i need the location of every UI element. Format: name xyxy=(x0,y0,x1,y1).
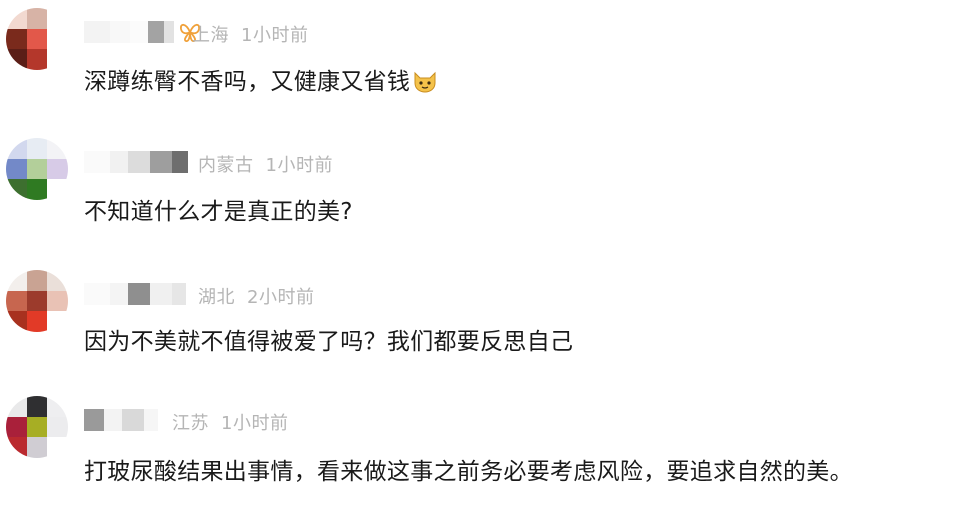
avatar-pixel xyxy=(47,416,68,438)
comment-text: 打玻尿酸结果出事情，看来做这事之前务必要考虑风险，要追求自然的美。 xyxy=(84,452,853,486)
avatar[interactable] xyxy=(6,270,68,332)
comment-meta: 江苏 1小时前 xyxy=(172,409,288,435)
comment-location: 江苏 xyxy=(172,413,209,434)
avatar-pixel xyxy=(47,290,68,312)
comment-time: 1小时前 xyxy=(221,413,289,434)
avatar-pixel xyxy=(26,311,48,332)
avatar-pixel xyxy=(47,138,68,159)
avatar-pixel xyxy=(6,28,27,50)
avatar-pixel xyxy=(6,396,27,417)
avatar-pixel xyxy=(26,396,48,417)
avatar-pixel xyxy=(26,28,48,50)
comment-text-body: 因为不美就不值得被爱了吗？我们都要反思自己 xyxy=(84,329,574,355)
comment-text-body: 打玻尿酸结果出事情，看来做这事之前务必要考虑风险，要追求自然的美。 xyxy=(84,459,853,485)
avatar-pixel xyxy=(47,437,68,458)
avatar-pixel xyxy=(47,28,68,50)
avatar-pixel xyxy=(47,396,68,417)
mosaic-block xyxy=(130,21,148,43)
username-mosaic[interactable] xyxy=(84,150,188,174)
comment-location: 湖北 xyxy=(198,287,235,308)
comment-meta: 内蒙古 1小时前 xyxy=(198,151,333,177)
mosaic-block xyxy=(110,21,130,43)
avatar-pixel xyxy=(6,49,27,70)
avatar-pixel xyxy=(47,158,68,180)
mosaic-block xyxy=(110,151,128,173)
mosaic-block xyxy=(128,283,150,305)
avatar-pixel xyxy=(26,437,48,458)
mosaic-block xyxy=(84,151,110,173)
comment-item: 内蒙古 1小时前 不知道什么才是真正的美? xyxy=(0,130,960,250)
avatar-pixel xyxy=(26,8,48,29)
comment-location: 上海 xyxy=(192,25,229,46)
comment-item: 上海 1小时前 深蹲练臀不香吗，又健康又省钱 xyxy=(0,0,960,120)
avatar-pixel xyxy=(26,138,48,159)
username-mosaic[interactable] xyxy=(84,282,186,306)
comment-meta: 上海 1小时前 xyxy=(192,21,308,47)
cat-face-emoji xyxy=(412,69,438,93)
avatar-pixel xyxy=(6,270,27,291)
mosaic-block xyxy=(110,283,128,305)
avatar-pixel xyxy=(6,416,27,438)
mosaic-block xyxy=(150,151,172,173)
comment-text: 因为不美就不值得被爱了吗？我们都要反思自己 xyxy=(84,322,573,356)
mosaic-block xyxy=(172,283,186,305)
avatar-pixel xyxy=(6,179,27,200)
avatar-pixel xyxy=(47,49,68,70)
avatar-pixel xyxy=(26,179,48,200)
avatar-pixel xyxy=(6,158,27,180)
avatar-pixel xyxy=(47,8,68,29)
comment-text: 深蹲练臀不香吗，又健康又省钱 xyxy=(84,62,438,96)
avatar-pixel xyxy=(47,270,68,291)
avatar-pixel xyxy=(26,158,48,180)
username-mosaic[interactable] xyxy=(84,408,158,432)
avatar-pixel xyxy=(26,416,48,438)
avatar-pixel xyxy=(6,437,27,458)
mosaic-block xyxy=(84,409,104,431)
avatar-pixel xyxy=(47,179,68,200)
avatar-pixel xyxy=(6,8,27,29)
avatar[interactable] xyxy=(6,396,68,458)
mosaic-block xyxy=(84,283,110,305)
comment-text-body: 不知道什么才是真正的美? xyxy=(84,199,353,225)
avatar-pixel xyxy=(47,311,68,332)
comment-item: 江苏 1小时前 打玻尿酸结果出事情，看来做这事之前务必要考虑风险，要追求自然的美。 xyxy=(0,392,960,512)
comment-text-body: 深蹲练臀不香吗，又健康又省钱 xyxy=(84,69,411,95)
comment-location: 内蒙古 xyxy=(198,155,254,176)
mosaic-block xyxy=(128,151,150,173)
username-mosaic[interactable] xyxy=(84,20,202,44)
avatar-pixel xyxy=(6,290,27,312)
avatar-pixel xyxy=(26,270,48,291)
mosaic-block xyxy=(122,409,144,431)
avatar-pixel xyxy=(6,311,27,332)
comment-time: 2小时前 xyxy=(247,287,315,308)
comment-time: 1小时前 xyxy=(241,25,309,46)
mosaic-block xyxy=(144,409,158,431)
mosaic-block xyxy=(164,21,174,43)
comment-text: 不知道什么才是真正的美? xyxy=(84,192,353,226)
comment-time: 1小时前 xyxy=(265,155,333,176)
mosaic-block xyxy=(148,21,164,43)
comment-meta: 湖北 2小时前 xyxy=(198,283,314,309)
avatar-pixel xyxy=(6,138,27,159)
mosaic-block xyxy=(104,409,122,431)
mosaic-block xyxy=(150,283,172,305)
mosaic-block xyxy=(172,151,188,173)
avatar[interactable] xyxy=(6,138,68,200)
avatar[interactable] xyxy=(6,8,68,70)
comment-item: 湖北 2小时前 因为不美就不值得被爱了吗？我们都要反思自己 xyxy=(0,262,960,382)
mosaic-block xyxy=(84,21,110,43)
avatar-pixel xyxy=(26,49,48,70)
avatar-pixel xyxy=(26,290,48,312)
